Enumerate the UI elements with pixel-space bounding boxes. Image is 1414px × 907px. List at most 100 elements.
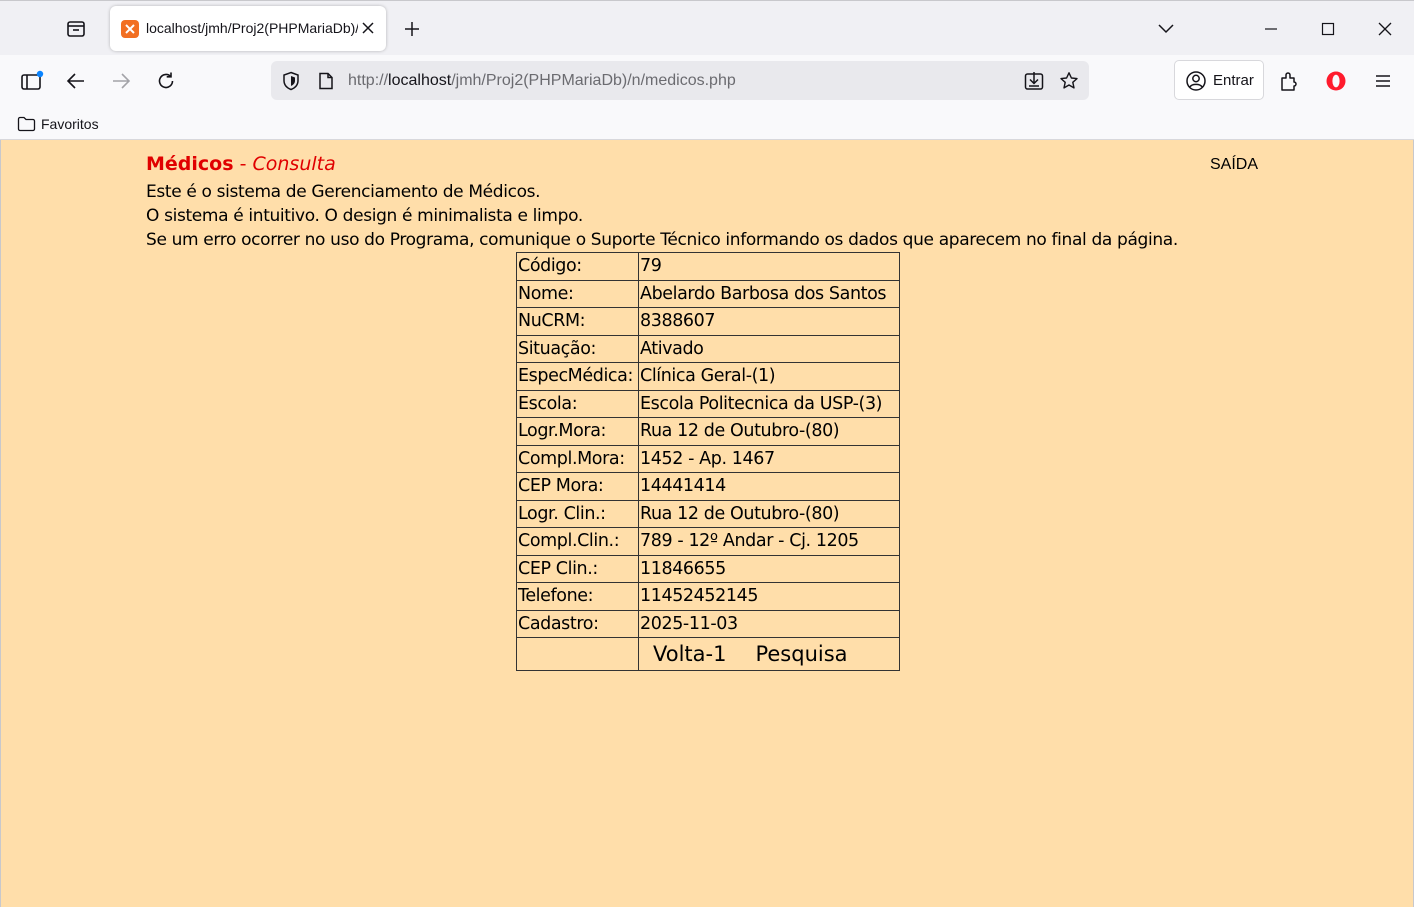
field-value: Ativado <box>638 334 900 363</box>
folder-icon <box>17 116 36 132</box>
field-value: Clínica Geral-(1) <box>638 362 900 391</box>
tab-close-button[interactable] <box>358 18 378 38</box>
page-title-separator: - <box>233 153 253 175</box>
bookmark-folder-label: Favoritos <box>41 116 99 132</box>
back-link[interactable]: Volta-1 <box>653 642 726 666</box>
field-label: Logr.Mora: <box>516 417 639 446</box>
field-label: CEP Clin.: <box>516 554 639 583</box>
field-value: 1452 - Ap. 1467 <box>638 444 900 473</box>
actions-cell: Volta-1 Pesquisa <box>638 637 900 671</box>
field-label: Compl.Mora: <box>516 444 639 473</box>
table-row: Código: 79 <box>516 252 900 281</box>
intro-text: Este é o sistema de Gerenciamento de Méd… <box>146 180 1178 252</box>
tab-title: localhost/jmh/Proj2(PHPMariaDb)/n/medico… <box>146 20 358 36</box>
page-heading: Médicos - Consulta <box>146 153 336 175</box>
field-label: Telefone: <box>516 582 639 611</box>
field-label: Compl.Clin.: <box>516 527 639 556</box>
exit-link[interactable]: SAÍDA <box>1210 156 1258 174</box>
navigation-toolbar: http://localhost/jmh/Proj2(PHPMariaDb)/n… <box>0 55 1414 107</box>
field-value: 79 <box>638 252 900 281</box>
table-row: Logr.Mora: Rua 12 de Outubro-(80) <box>516 417 900 446</box>
field-value: Abelardo Barbosa dos Santos <box>638 279 900 308</box>
field-label: Código: <box>516 252 639 281</box>
site-info-button[interactable] <box>315 70 337 92</box>
search-link[interactable]: Pesquisa <box>755 642 847 666</box>
bookmarks-toolbar: Favoritos <box>0 107 1414 140</box>
maximize-button[interactable] <box>1314 15 1342 43</box>
field-value: 14441414 <box>638 472 900 501</box>
url-path: /jmh/Proj2(PHPMariaDb)/n/medicos.php <box>451 72 736 89</box>
page-title: Médicos <box>146 153 234 175</box>
table-row: EspecMédica: Clínica Geral-(1) <box>516 362 900 391</box>
url-prefix: http:// <box>348 72 389 89</box>
tab-list-icon <box>67 21 85 37</box>
action-links: Volta-1 Pesquisa <box>640 642 898 666</box>
sidebar-icon <box>21 70 44 90</box>
maximize-icon <box>1321 22 1335 36</box>
sidebar-button[interactable] <box>17 66 47 96</box>
table-row: CEP Mora: 14441414 <box>516 472 900 501</box>
save-to-pocket-button[interactable] <box>1023 70 1045 92</box>
field-value: 8388607 <box>638 307 900 336</box>
table-row: Compl.Mora: 1452 - Ap. 1467 <box>516 444 900 473</box>
table-row: Escola: Escola Politecnica da USP-(3) <box>516 389 900 418</box>
new-tab-button[interactable] <box>398 15 426 43</box>
bookmark-star-button[interactable] <box>1058 70 1080 92</box>
tracking-protection-button[interactable] <box>280 70 302 92</box>
active-tab[interactable]: localhost/jmh/Proj2(PHPMariaDb)/n/medico… <box>110 6 386 51</box>
field-label: NuCRM: <box>516 307 639 336</box>
shield-icon <box>283 71 299 91</box>
opera-extension-button[interactable] <box>1321 66 1351 96</box>
table-row: Logr. Clin.: Rua 12 de Outubro-(80) <box>516 499 900 528</box>
table-row: Telefone: 11452452145 <box>516 582 900 611</box>
tab-list-button[interactable] <box>60 15 92 43</box>
star-icon <box>1060 72 1078 89</box>
field-label: Logr. Clin.: <box>516 499 639 528</box>
list-all-tabs-button[interactable] <box>1152 15 1180 43</box>
back-arrow-icon <box>66 73 84 89</box>
sign-in-button[interactable]: Entrar <box>1174 60 1264 100</box>
doctor-record-table: Código: 79 Nome: Abelardo Barbosa dos Santo… <box>516 252 900 671</box>
table-row: Cadastro: 2025-11-03 <box>516 609 900 638</box>
intro-line-2: O sistema é intuitivo. O design é minima… <box>146 206 583 226</box>
table-row: NuCRM: 8388607 <box>516 307 900 336</box>
table-row: Compl.Clin.: 789 - 12º Andar - Cj. 1205 <box>516 527 900 556</box>
intro-line-3: Se um erro ocorrer no uso do Programa, c… <box>146 230 1178 250</box>
field-label: Situação: <box>516 334 639 363</box>
minimize-button[interactable] <box>1257 15 1285 43</box>
page-viewport: Médicos - Consulta SAÍDA Este é o sistem… <box>0 140 1414 907</box>
forward-button[interactable] <box>106 66 136 96</box>
url-text[interactable]: http://localhost/jmh/Proj2(PHPMariaDb)/n… <box>348 72 736 90</box>
field-value: 11846655 <box>638 554 900 583</box>
reload-button[interactable] <box>151 66 181 96</box>
intro-line-1: Este é o sistema de Gerenciamento de Méd… <box>146 182 541 202</box>
account-icon <box>1185 70 1207 92</box>
field-value: Escola Politecnica da USP-(3) <box>638 389 900 418</box>
page-icon <box>319 72 333 90</box>
field-value: Rua 12 de Outubro-(80) <box>638 499 900 528</box>
bookmark-folder-favoritos[interactable]: Favoritos <box>17 114 99 134</box>
extensions-button[interactable] <box>1274 66 1304 96</box>
menu-icon <box>1376 75 1390 87</box>
close-window-icon <box>1378 22 1392 36</box>
app-menu-button[interactable] <box>1368 66 1398 96</box>
sign-in-label: Entrar <box>1213 72 1254 89</box>
actions-empty-cell <box>516 637 639 671</box>
chevron-down-icon <box>1158 24 1174 34</box>
save-to-pocket-icon <box>1024 72 1044 90</box>
table-row: CEP Clin.: 11846655 <box>516 554 900 583</box>
back-button[interactable] <box>61 66 91 96</box>
field-label: Escola: <box>516 389 639 418</box>
field-label: Cadastro: <box>516 609 639 638</box>
xampp-favicon-icon <box>121 20 139 38</box>
field-value: 11452452145 <box>638 582 900 611</box>
url-host: localhost <box>388 72 452 89</box>
field-value: 2025-11-03 <box>638 609 900 638</box>
field-label: Nome: <box>516 279 639 308</box>
browser-titlebar: localhost/jmh/Proj2(PHPMariaDb)/n/medico… <box>0 0 1414 55</box>
url-bar[interactable]: http://localhost/jmh/Proj2(PHPMariaDb)/n… <box>271 61 1089 100</box>
extensions-icon <box>1281 72 1297 91</box>
field-value: 789 - 12º Andar - Cj. 1205 <box>638 527 900 556</box>
close-window-button[interactable] <box>1371 15 1399 43</box>
page-subtitle: Consulta <box>252 153 336 175</box>
